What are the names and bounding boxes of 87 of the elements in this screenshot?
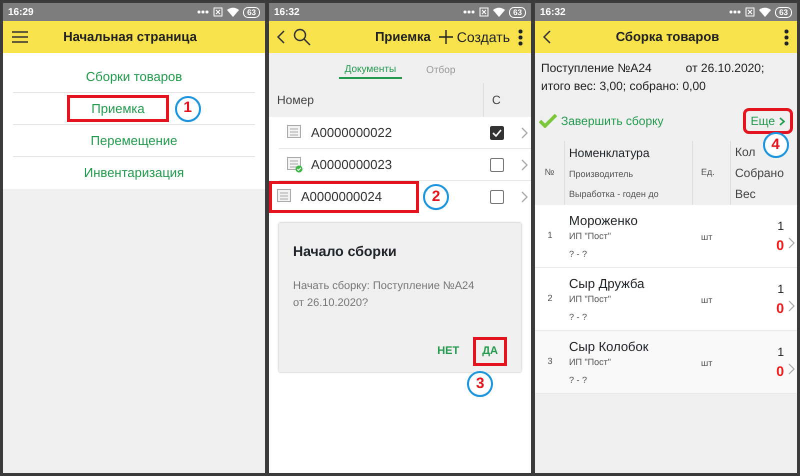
column-header: Вес bbox=[735, 186, 756, 204]
sim-icon bbox=[745, 7, 756, 17]
wifi-icon bbox=[493, 7, 506, 17]
more-button[interactable]: Еще bbox=[742, 108, 793, 134]
document-number[interactable]: A0000000022 bbox=[279, 116, 429, 148]
unit-text: шт bbox=[701, 295, 712, 305]
wifi-icon bbox=[227, 7, 240, 17]
wifi-icon bbox=[759, 7, 772, 17]
dots-icon bbox=[197, 10, 210, 14]
more-icon[interactable] bbox=[784, 28, 789, 46]
collected-text: 0 bbox=[776, 236, 784, 254]
battery-indicator: 63 bbox=[775, 6, 792, 18]
producer-text: ИП "Пост" bbox=[569, 293, 612, 306]
dialog-button[interactable]: НЕТ bbox=[431, 337, 466, 366]
back-icon[interactable] bbox=[277, 30, 285, 44]
unit-text: шт bbox=[701, 358, 712, 368]
menu-icon[interactable] bbox=[11, 30, 29, 44]
more-icon[interactable] bbox=[518, 28, 523, 46]
menu-item[interactable]: Сборки товаров bbox=[62, 62, 206, 90]
quantity-text: 1 bbox=[777, 280, 784, 298]
row-number: 1 bbox=[547, 230, 552, 240]
sim-icon bbox=[479, 7, 490, 17]
chevron-icon[interactable] bbox=[520, 126, 529, 140]
finish-button[interactable]: Завершить сборку bbox=[539, 112, 664, 130]
chevron-icon[interactable] bbox=[788, 237, 795, 249]
quantity-text: 1 bbox=[777, 344, 784, 360]
status-time: 16:32 bbox=[540, 6, 566, 20]
battery-indicator: 63 bbox=[243, 6, 260, 18]
callout-marker: 2 bbox=[423, 184, 449, 210]
screen-title: Сборка товаров bbox=[614, 28, 720, 46]
column-header: Производитель bbox=[569, 168, 634, 182]
chevron-icon bbox=[779, 116, 785, 126]
producer-text: ИП "Пост" bbox=[569, 230, 612, 244]
column-header: № bbox=[544, 166, 554, 180]
document-number[interactable]: A0000000024 bbox=[269, 181, 419, 213]
document-name: Поступление №А24 bbox=[541, 60, 652, 77]
screen-title: Приемка bbox=[375, 28, 431, 46]
plus-icon bbox=[438, 30, 453, 44]
menu-item[interactable]: Приемка bbox=[67, 94, 169, 122]
document-date: от 26.10.2020; bbox=[686, 60, 764, 77]
dates-text: ? - ? bbox=[569, 374, 588, 387]
quantity-text: 1 bbox=[777, 218, 784, 234]
sim-icon bbox=[213, 7, 224, 17]
dialog-message: Начать сборку: Поступление №А24 от 26.10.2020? bbox=[293, 279, 476, 310]
column-header: Номенклатура bbox=[569, 145, 651, 162]
column-header: Выработка - годен до bbox=[569, 188, 660, 202]
column-header: Кол bbox=[735, 144, 756, 161]
checkbox[interactable] bbox=[490, 158, 504, 172]
check-icon bbox=[539, 114, 557, 128]
dates-text: ? - ? bbox=[569, 310, 588, 324]
dots-icon bbox=[729, 10, 742, 14]
menu-item[interactable]: Инвентаризация bbox=[60, 159, 208, 187]
menu-item[interactable]: Перемещение bbox=[66, 126, 202, 154]
dots-icon bbox=[463, 10, 476, 14]
document-number[interactable]: A0000000023 bbox=[279, 148, 429, 180]
column-header: Ед. bbox=[701, 166, 715, 180]
callout-marker: 1 bbox=[174, 96, 201, 122]
producer-text: ИП "Пост" bbox=[569, 356, 612, 370]
checkbox[interactable] bbox=[490, 190, 504, 204]
product-name: Сыр Дружба bbox=[569, 274, 646, 293]
product-name: Мороженко bbox=[569, 212, 639, 230]
status-time: 16:32 bbox=[274, 6, 300, 20]
create-button[interactable]: Создать bbox=[438, 26, 510, 48]
dialog-button[interactable]: ДА bbox=[473, 337, 507, 366]
row-number: 3 bbox=[547, 356, 552, 366]
chevron-icon[interactable] bbox=[520, 158, 529, 172]
status-time: 16:29 bbox=[8, 6, 34, 20]
totals-text: итого вес: 3,00; собрано: 0,00 bbox=[541, 78, 707, 95]
column-header: Номер bbox=[276, 92, 315, 109]
callout-marker: 3 bbox=[467, 371, 494, 397]
chevron-icon[interactable] bbox=[520, 190, 529, 204]
dialog-title: Начало сборки bbox=[293, 242, 398, 261]
battery-indicator: 63 bbox=[509, 6, 526, 18]
unit-text: шт bbox=[701, 232, 712, 242]
product-name: Сыр Колобок bbox=[569, 338, 650, 356]
collected-text: 0 bbox=[776, 362, 784, 380]
row-number: 2 bbox=[547, 293, 552, 304]
collected-text: 0 bbox=[776, 298, 784, 318]
chevron-icon[interactable] bbox=[788, 300, 795, 312]
column-header: Собрано bbox=[735, 164, 784, 182]
tab[interactable]: Отбор bbox=[420, 61, 462, 79]
search-icon[interactable] bbox=[293, 28, 311, 46]
dates-text: ? - ? bbox=[569, 248, 588, 261]
tab[interactable]: Документы bbox=[338, 61, 402, 79]
checkbox[interactable] bbox=[490, 126, 504, 140]
screen-title: Начальная страница bbox=[62, 28, 198, 46]
back-icon[interactable] bbox=[543, 30, 551, 44]
